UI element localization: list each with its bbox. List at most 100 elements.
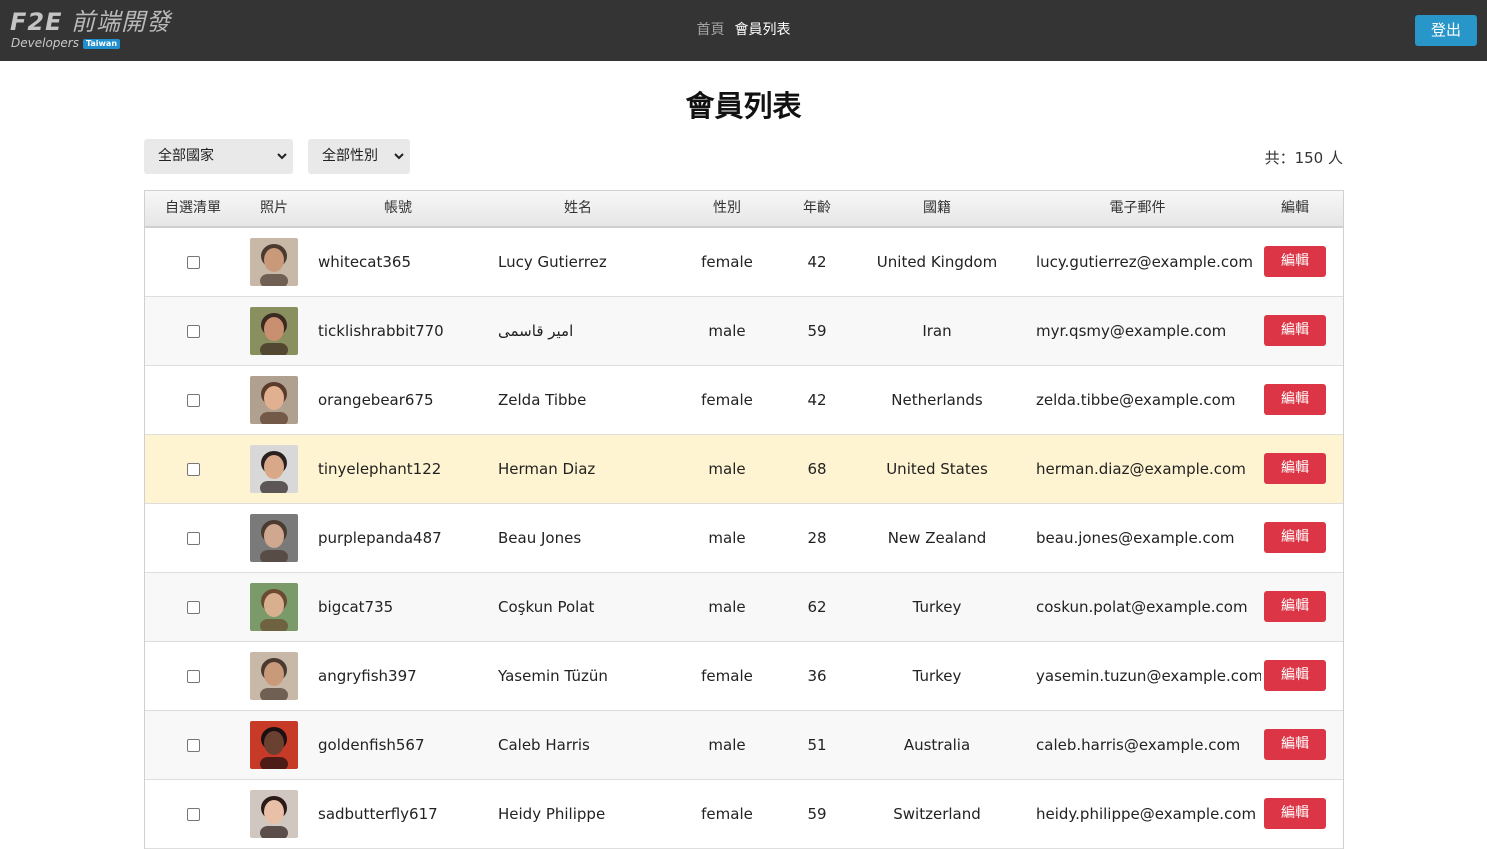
member-country: Australia	[903, 736, 971, 754]
member-gender: male	[708, 322, 746, 340]
member-gender: female	[701, 253, 753, 271]
member-username: angryfish397	[318, 667, 417, 685]
favorite-checkbox[interactable]	[187, 463, 200, 476]
edit-button[interactable]: 編輯	[1264, 729, 1326, 760]
member-age: 36	[807, 667, 827, 685]
member-gender: male	[708, 529, 746, 547]
member-table: 自選清單 照片 帳號 姓名 性別 年齡 國籍 電子郵件 編輯 whitecat3…	[144, 190, 1344, 849]
member-country: Switzerland	[893, 805, 981, 823]
member-email: lucy.gutierrez@example.com	[1036, 253, 1253, 271]
member-email: yasemin.tuzun@example.com	[1036, 667, 1261, 685]
member-country: United Kingdom	[876, 253, 998, 271]
gender-filter-value: 全部性別	[322, 148, 378, 164]
table-row: sadbutterfly617 Heidy Philippe female 59 Swi…	[145, 780, 1343, 849]
gender-filter-select[interactable]: 全部性別	[308, 139, 410, 174]
member-username: goldenfish567	[318, 736, 425, 754]
member-age: 59	[807, 805, 827, 823]
member-country: Iran	[922, 322, 952, 340]
favorite-checkbox[interactable]	[187, 325, 200, 338]
member-username: ticklishrabbit770	[318, 322, 444, 340]
column-header-gender: 性別	[713, 200, 741, 216]
member-avatar	[250, 652, 298, 700]
edit-button[interactable]: 編輯	[1264, 591, 1326, 622]
chevron-down-icon	[394, 139, 404, 189]
logout-button[interactable]: 登出	[1415, 15, 1477, 46]
member-age: 62	[807, 598, 827, 616]
country-filter-value: 全部國家	[158, 148, 214, 164]
member-name: Lucy Gutierrez	[498, 253, 607, 271]
table-row: whitecat365 Lucy Gutierrez female 42 United …	[145, 228, 1343, 297]
member-gender: female	[701, 391, 753, 409]
favorite-checkbox[interactable]	[187, 808, 200, 821]
favorite-checkbox[interactable]	[187, 256, 200, 269]
table-row: goldenfish567 Caleb Harris male 51 Australia…	[145, 711, 1343, 780]
member-avatar	[250, 376, 298, 424]
member-name: Caleb Harris	[498, 736, 590, 754]
member-avatar	[250, 790, 298, 838]
member-gender: male	[708, 460, 746, 478]
column-header-photo: 照片	[260, 200, 288, 216]
breadcrumb: 首頁 會員列表	[0, 20, 1487, 40]
table-header: 自選清單 照片 帳號 姓名 性別 年齡 國籍 電子郵件 編輯	[145, 191, 1343, 228]
member-email: myr.qsmy@example.com	[1036, 322, 1227, 340]
member-email: beau.jones@example.com	[1036, 529, 1235, 547]
column-header-age: 年齡	[803, 200, 831, 216]
table-row: ticklishrabbit770 امیر قاسمی male 59 Iran myr…	[145, 297, 1343, 366]
member-avatar	[250, 721, 298, 769]
table-row: purplepanda487 Beau Jones male 28 New Zealan…	[145, 504, 1343, 573]
table-body: whitecat365 Lucy Gutierrez female 42 United …	[145, 228, 1343, 849]
member-avatar	[250, 238, 298, 286]
member-email: caleb.harris@example.com	[1036, 736, 1241, 754]
member-age: 68	[807, 460, 827, 478]
edit-button[interactable]: 編輯	[1264, 660, 1326, 691]
edit-button[interactable]: 編輯	[1264, 522, 1326, 553]
edit-button[interactable]: 編輯	[1264, 798, 1326, 829]
member-gender: male	[708, 736, 746, 754]
member-age: 28	[807, 529, 827, 547]
chevron-down-icon	[277, 139, 287, 189]
edit-button[interactable]: 編輯	[1264, 246, 1326, 277]
favorite-checkbox[interactable]	[187, 532, 200, 545]
member-country: Turkey	[912, 598, 962, 616]
member-avatar	[250, 583, 298, 631]
member-country: Netherlands	[891, 391, 983, 409]
member-email: heidy.philippe@example.com	[1036, 805, 1257, 823]
logo-badge: Taiwan	[82, 39, 121, 49]
member-username: tinyelephant122	[318, 460, 442, 478]
nav-home-link[interactable]: 首頁	[697, 22, 725, 38]
column-header-country: 國籍	[923, 200, 951, 216]
member-username: orangebear675	[318, 391, 434, 409]
edit-button[interactable]: 編輯	[1264, 453, 1326, 484]
member-avatar	[250, 514, 298, 562]
member-name: Coşkun Polat	[498, 598, 595, 616]
table-row: tinyelephant122 Herman Diaz male 68 United S…	[145, 435, 1343, 504]
member-age: 42	[807, 253, 827, 271]
top-nav-bar: F2E 前端開發 Developers Taiwan 首頁 會員列表 登出	[0, 0, 1487, 61]
table-row: bigcat735 Coşkun Polat male 62 Turkey coskun.…	[145, 573, 1343, 642]
member-avatar	[250, 307, 298, 355]
member-avatar	[250, 445, 298, 493]
table-row: angryfish397 Yasemin Tüzün female 36 Turkey y…	[145, 642, 1343, 711]
favorite-checkbox[interactable]	[187, 394, 200, 407]
member-country: New Zealand	[887, 529, 987, 547]
member-name: Beau Jones	[498, 529, 582, 547]
column-header-name: 姓名	[564, 200, 592, 216]
member-username: whitecat365	[318, 253, 412, 271]
member-username: bigcat735	[318, 598, 394, 616]
member-email: herman.diaz@example.com	[1036, 460, 1246, 478]
member-name: Heidy Philippe	[498, 805, 606, 823]
edit-button[interactable]: 編輯	[1264, 384, 1326, 415]
favorite-checkbox[interactable]	[187, 601, 200, 614]
member-name: Zelda Tibbe	[498, 391, 587, 409]
member-username: sadbutterfly617	[318, 805, 438, 823]
edit-button[interactable]: 編輯	[1264, 315, 1326, 346]
member-age: 59	[807, 322, 827, 340]
member-email: coskun.polat@example.com	[1036, 598, 1248, 616]
favorite-checkbox[interactable]	[187, 670, 200, 683]
member-country: United States	[886, 460, 988, 478]
favorite-checkbox[interactable]	[187, 739, 200, 752]
member-gender: male	[708, 598, 746, 616]
member-name: Herman Diaz	[498, 460, 596, 478]
member-country: Turkey	[912, 667, 962, 685]
country-filter-select[interactable]: 全部國家	[144, 139, 293, 174]
